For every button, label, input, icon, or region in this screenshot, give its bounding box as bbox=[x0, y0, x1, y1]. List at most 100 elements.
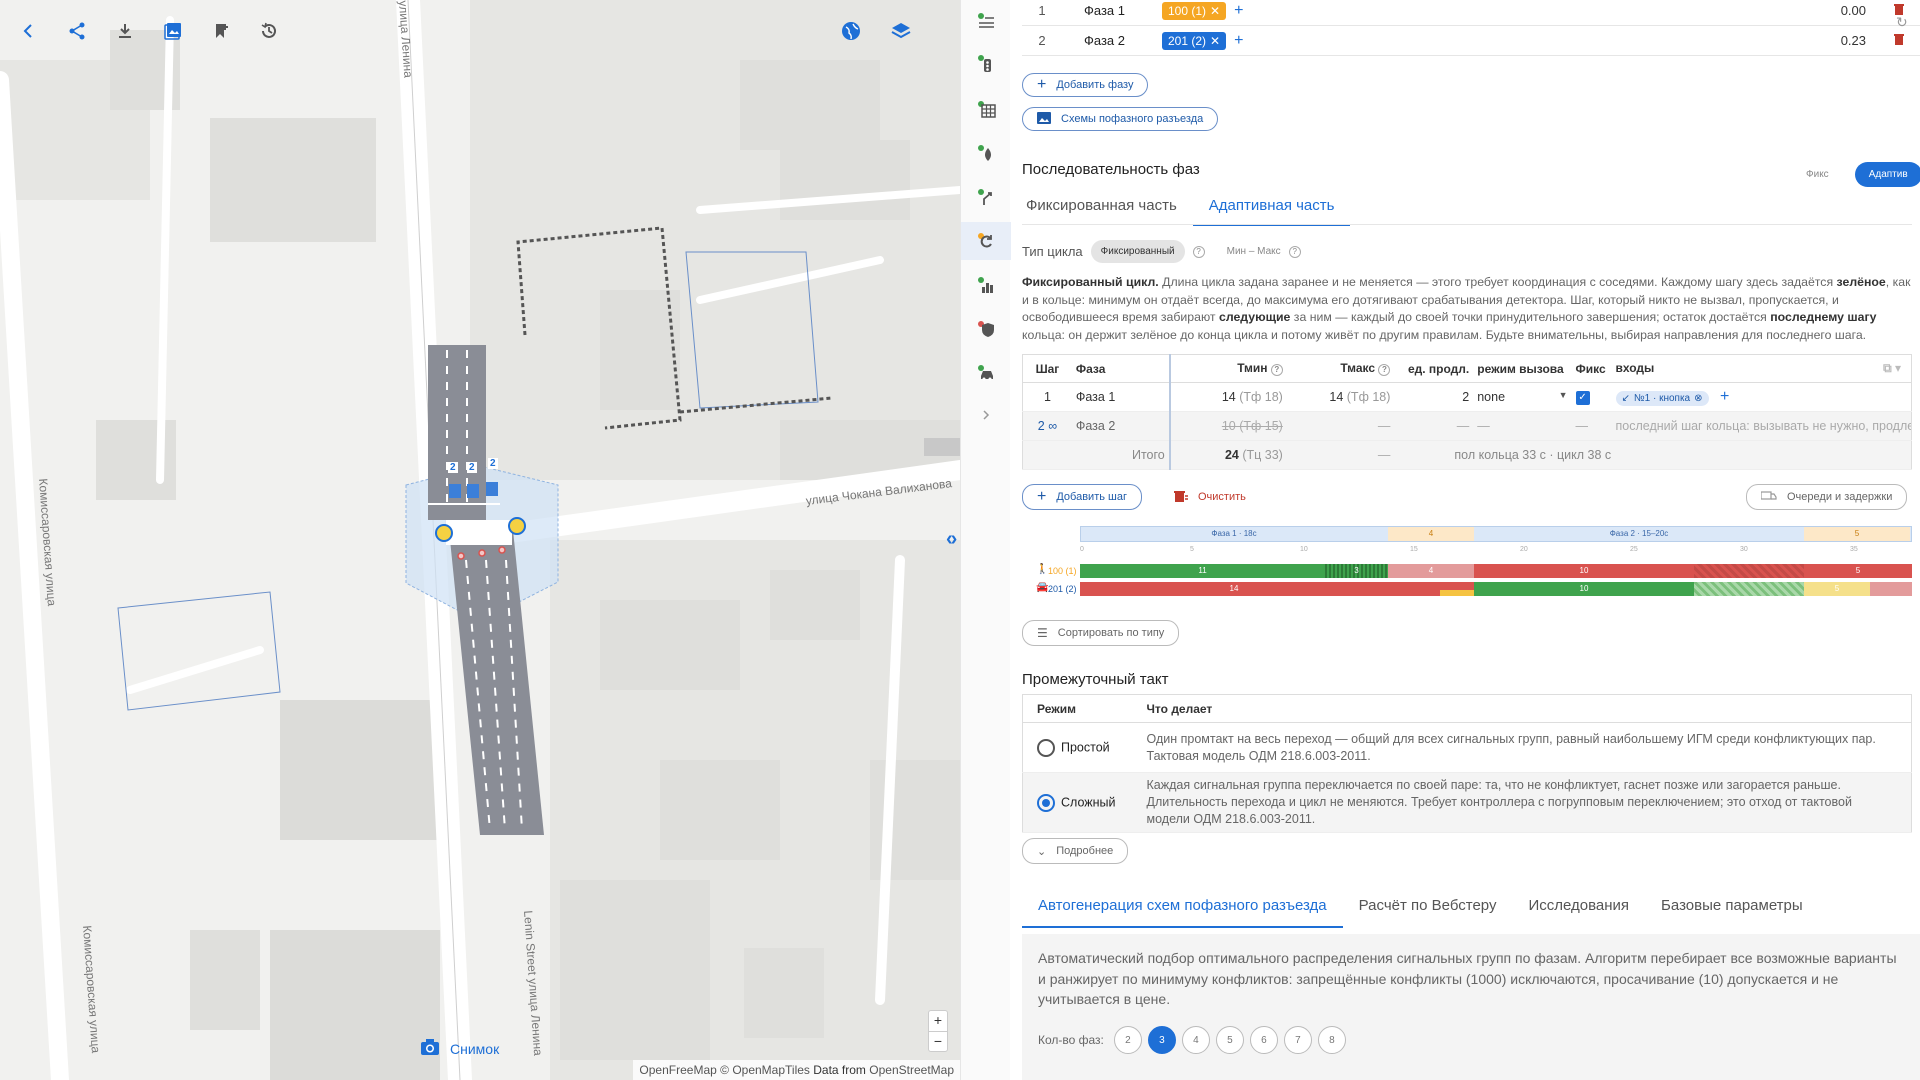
phase-schemes-button[interactable]: Схемы пофазного разъезда bbox=[1022, 107, 1219, 131]
input-chip[interactable]: ↙ №1 · кнопка ⊗ bbox=[1615, 391, 1709, 406]
step-tmin[interactable]: 14 (Тф 18) bbox=[1168, 382, 1287, 412]
link-icon: ∞ bbox=[1048, 419, 1058, 433]
bookmark-add-icon[interactable] bbox=[204, 14, 238, 48]
history-icon[interactable] bbox=[252, 14, 286, 48]
tab-research[interactable]: Исследования bbox=[1512, 897, 1645, 928]
bar-green: 10 bbox=[1474, 582, 1694, 596]
mode-simple-radio[interactable]: Простой bbox=[1022, 722, 1133, 773]
phase-count-option[interactable]: 8 bbox=[1317, 1026, 1346, 1054]
mode-row-complex[interactable]: Сложный Каждая сигнальная группа переклю… bbox=[1022, 772, 1912, 833]
image-gallery-icon[interactable] bbox=[156, 14, 190, 48]
attribution-link[interactable]: OpenFreeMap bbox=[639, 1063, 716, 1077]
fix-checkbox[interactable]: ✓ bbox=[1571, 382, 1612, 412]
help-icon[interactable]: ? bbox=[1288, 245, 1301, 258]
share-icon[interactable] bbox=[60, 14, 94, 48]
plus-icon: + bbox=[1037, 488, 1047, 505]
phase-value: 0.23 bbox=[1840, 33, 1866, 48]
grid-table-icon[interactable] bbox=[969, 92, 1003, 126]
close-icon[interactable]: ✕ bbox=[1210, 34, 1220, 48]
drop-icon[interactable] bbox=[969, 136, 1003, 170]
desc-bold: следующие bbox=[1218, 310, 1291, 324]
phase-count-option[interactable]: 5 bbox=[1215, 1026, 1244, 1054]
tab-base-params[interactable]: Базовые параметры bbox=[1645, 897, 1819, 928]
signal-group-chip[interactable]: 100 (1) ✕ bbox=[1162, 1, 1227, 20]
globe-icon[interactable] bbox=[840, 20, 862, 45]
car-icon[interactable] bbox=[969, 356, 1003, 390]
map-view[interactable]: 2 2 2 улица Ленина улица Чокана Валихано… bbox=[0, 0, 960, 1080]
zoom-in-button[interactable]: + bbox=[929, 1011, 947, 1031]
zoom-out-button[interactable]: − bbox=[929, 1031, 947, 1051]
snapshot-button[interactable]: Снимок bbox=[420, 1038, 499, 1059]
phase-count-option[interactable]: 4 bbox=[1181, 1026, 1210, 1054]
col-tmin-label: Тмин bbox=[1237, 361, 1268, 376]
phase-count-option[interactable]: 2 bbox=[1113, 1026, 1142, 1054]
more-button[interactable]: ⌄ Подробнее bbox=[1022, 838, 1129, 864]
sliders-icon[interactable] bbox=[969, 4, 1003, 38]
shield-icon[interactable] bbox=[969, 312, 1003, 346]
clear-button[interactable]: Очистить bbox=[1160, 484, 1260, 510]
table-header: Режим Что делает bbox=[1022, 694, 1912, 723]
signal-group-chip-label: 100 (1) bbox=[1168, 3, 1207, 18]
traffic-light-icon[interactable] bbox=[969, 46, 1003, 80]
col-inputs: входы ⧉ ▾ bbox=[1611, 354, 1912, 383]
chevron-down-icon: ⌄ bbox=[1037, 845, 1047, 858]
steps-table: Шаг Фаза Тмин ? Тмакс ? ед. продл. режим… bbox=[1022, 354, 1912, 470]
cycle-fixed-option[interactable]: Фиксированный bbox=[1090, 240, 1185, 263]
tick-label: 20 bbox=[1520, 546, 1528, 553]
tmax-sub: (Тф 18) bbox=[1346, 390, 1391, 404]
desc-bold: последнему шагу bbox=[1770, 310, 1877, 324]
tab-webster[interactable]: Расчёт по Вебстеру bbox=[1343, 897, 1513, 928]
attribution-link[interactable]: OpenStreetMap bbox=[869, 1063, 954, 1077]
close-icon[interactable]: ✕ bbox=[1210, 4, 1220, 18]
refresh-icon[interactable]: ↻ bbox=[1896, 14, 1908, 31]
step-tmax[interactable]: 14 (Тф 18) bbox=[1286, 382, 1395, 412]
add-input-icon[interactable]: + bbox=[1720, 388, 1729, 405]
back-icon[interactable] bbox=[12, 14, 46, 48]
bar-red-light: 4 bbox=[1388, 564, 1474, 578]
map-toolbar bbox=[12, 14, 286, 48]
mode-complex-radio[interactable]: Сложный bbox=[1022, 772, 1133, 833]
mode-row-simple[interactable]: Простой Один промтакт на весь переход — … bbox=[1022, 722, 1912, 773]
help-icon[interactable]: ? bbox=[1270, 363, 1283, 376]
lane-mark: 2 bbox=[488, 458, 498, 469]
queues-button[interactable]: Очереди и задержки bbox=[1746, 484, 1908, 510]
cycle-icon[interactable] bbox=[961, 222, 1011, 260]
add-phase-button[interactable]: + Добавить фазу bbox=[1022, 73, 1149, 97]
add-step-button[interactable]: + Добавить шаг bbox=[1022, 484, 1142, 510]
table-row[interactable]: 2 ∞ Фаза 2 10 (Тф 15) — — — — последний … bbox=[1022, 411, 1912, 441]
phase-row[interactable]: 1 Фаза 1 100 (1) ✕ + 0.00 bbox=[1022, 0, 1920, 26]
route-fork-icon[interactable] bbox=[969, 180, 1003, 214]
map-canvas[interactable] bbox=[0, 0, 960, 1080]
phase-count-option[interactable]: 7 bbox=[1283, 1026, 1312, 1054]
layers-icon[interactable] bbox=[890, 20, 912, 45]
copy-icon[interactable]: ⧉ ▾ bbox=[1883, 361, 1901, 376]
chevron-right-icon[interactable] bbox=[969, 398, 1003, 432]
step-extension[interactable]: 2 bbox=[1394, 382, 1474, 412]
add-group-icon[interactable]: + bbox=[1234, 2, 1243, 20]
help-icon[interactable]: ? bbox=[1192, 245, 1205, 258]
desc-text: кольца: он держит зелёное до конца цикла… bbox=[1022, 327, 1867, 342]
settings-panel: 1 Фаза 1 100 (1) ✕ + 0.00 2 Фаза 2 201 (… bbox=[1010, 0, 1920, 1080]
phase-row[interactable]: 2 Фаза 2 201 (2) ✕ + 0.23 bbox=[1022, 26, 1920, 56]
close-icon[interactable]: ⊗ bbox=[1694, 393, 1702, 404]
bar-chart-icon[interactable] bbox=[969, 268, 1003, 302]
download-icon[interactable] bbox=[108, 14, 142, 48]
table-row[interactable]: 1 Фаза 1 14 (Тф 18) 14 (Тф 18) 2 none ▼ ✓… bbox=[1022, 382, 1912, 412]
trash-icon[interactable] bbox=[1894, 33, 1904, 48]
mode-fix-option[interactable]: Фикс bbox=[1806, 169, 1829, 180]
help-icon[interactable]: ? bbox=[1378, 363, 1391, 376]
tab-fixed-part[interactable]: Фиксированная часть bbox=[1010, 197, 1193, 226]
mode-adaptive-option[interactable]: Адаптив bbox=[1854, 162, 1920, 187]
call-mode-select[interactable]: none ▼ bbox=[1473, 382, 1572, 412]
timeline-inter2: 5 bbox=[1804, 527, 1910, 541]
col-step: Шаг bbox=[1022, 354, 1072, 383]
tab-autogen[interactable]: Автогенерация схем пофазного разъезда bbox=[1022, 897, 1343, 928]
phase-count-option[interactable]: 3 bbox=[1147, 1026, 1176, 1054]
phase-count-option[interactable]: 6 bbox=[1249, 1026, 1278, 1054]
collapse-panel-icon[interactable]: ‹› bbox=[946, 528, 957, 551]
signal-group-chip[interactable]: 201 (2) ✕ bbox=[1162, 31, 1227, 50]
add-group-icon[interactable]: + bbox=[1234, 32, 1243, 50]
cycle-minmax-option[interactable]: Мин – Макс bbox=[1227, 246, 1281, 257]
sort-by-type-button[interactable]: ☰ Сортировать по типу bbox=[1022, 620, 1180, 646]
tab-adaptive-part[interactable]: Адаптивная часть bbox=[1192, 197, 1351, 226]
